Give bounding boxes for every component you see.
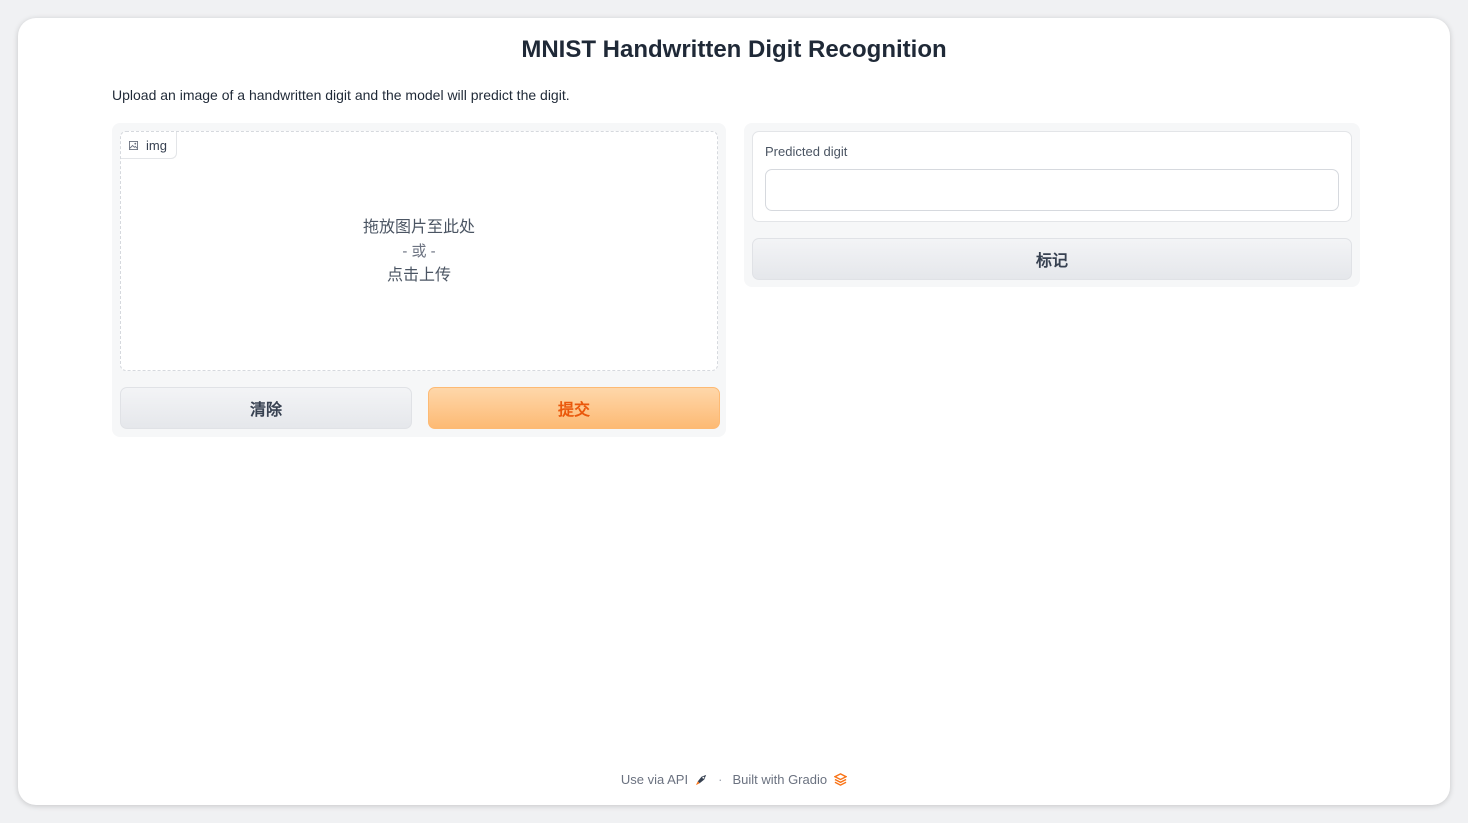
footer-separator: · [718, 772, 723, 787]
app-window: MNIST Handwritten Digit Recognition Uplo… [18, 18, 1450, 805]
clear-button[interactable]: 清除 [120, 387, 412, 429]
use-via-api-link[interactable]: Use via API [621, 772, 708, 787]
click-upload-instruction: 点击上传 [386, 267, 451, 284]
gradio-logo-icon [834, 773, 848, 786]
footer: Use via API · Built with Gradio [18, 772, 1450, 787]
dropzone-instructions: 拖放图片至此处 - 或 - 点击上传 [121, 216, 717, 288]
output-label: Predicted digit [765, 144, 848, 159]
input-label-badge: img [121, 132, 177, 159]
api-link-label: Use via API [620, 772, 689, 787]
page-title: MNIST Handwritten Digit Recognition [521, 36, 947, 63]
image-icon [129, 140, 138, 150]
page-description: Upload an image of a handwritten digit a… [112, 87, 570, 103]
built-with-gradio-link[interactable]: Built with Gradio [732, 772, 848, 787]
built-with-label: Built with Gradio [732, 772, 828, 787]
output-panel: Predicted digit 标记 [744, 123, 1360, 287]
or-separator: - 或 - [402, 243, 436, 260]
input-panel: img 拖放图片至此处 - 或 - 点击上传 清除 提交 [112, 123, 726, 437]
predicted-digit-field[interactable] [765, 169, 1339, 211]
flag-button[interactable]: 标记 [752, 238, 1352, 280]
rocket-icon [696, 774, 707, 786]
image-upload-dropzone[interactable]: img 拖放图片至此处 - 或 - 点击上传 [120, 131, 718, 371]
submit-button[interactable]: 提交 [428, 387, 720, 429]
drop-instruction: 拖放图片至此处 [362, 219, 475, 236]
input-label: img [146, 137, 167, 153]
output-container: Predicted digit [752, 131, 1352, 222]
